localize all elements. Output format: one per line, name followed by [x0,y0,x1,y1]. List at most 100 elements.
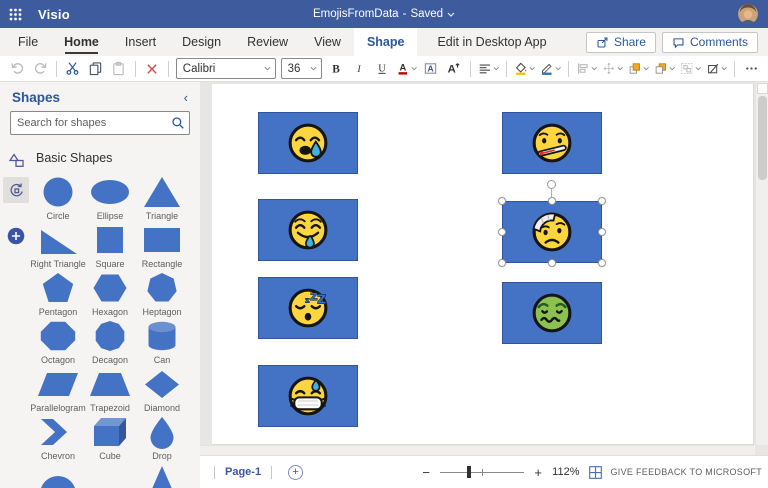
gallery-shape-heptagon[interactable]: Heptagon [136,269,188,317]
align-text-button[interactable] [476,58,501,80]
gallery-shape-rectangle[interactable]: Rectangle [136,221,188,269]
gallery-shape-pentagon[interactable]: Pentagon [32,269,84,317]
search-icon[interactable] [165,112,189,134]
gallery-shape-parallelogram[interactable]: Parallelogram [30,365,86,413]
document-title[interactable]: EmojisFromData - Saved [313,8,455,20]
resize-handle[interactable] [548,259,556,267]
resize-handle[interactable] [598,259,606,267]
gallery-shape-cube[interactable]: Cube [84,413,136,461]
shape-grid: Circle Ellipse Triangle Right Triangle Squar… [30,173,200,488]
page-tab[interactable]: Page-1 [225,466,261,478]
zoom-slider-thumb[interactable] [467,466,472,478]
sleepy-face-icon [288,123,328,163]
drawing-canvas[interactable]: zZZ [200,82,768,455]
canvas-shape-sleeping-face[interactable]: zZZ [258,277,358,339]
gallery-shape-triangle[interactable]: Triangle [136,173,188,221]
gallery-shape-trapezoid[interactable]: Trapezoid [84,365,136,413]
resize-handle[interactable] [498,259,506,267]
menu-tab-shape[interactable]: Shape [353,28,418,56]
fill-color-button[interactable] [512,58,537,80]
feedback-link[interactable]: GIVE FEEDBACK TO MICROSOFT [611,467,763,477]
send-backward-button[interactable] [652,58,677,80]
resize-handle[interactable] [498,228,506,236]
user-avatar[interactable] [738,4,758,24]
gallery-shape-chevron[interactable]: Chevron [32,413,84,461]
bold-button[interactable]: B [325,58,347,80]
share-button[interactable]: Share [585,31,656,53]
gallery-shape-ellipse[interactable]: Ellipse [84,173,136,221]
font-color-button[interactable]: A [394,58,419,80]
bring-forward-button[interactable] [626,58,651,80]
canvas-shape-sleepy-face[interactable] [258,112,358,174]
gallery-shape-arc[interactable] [84,461,136,488]
horizontal-scrollbar[interactable] [200,445,755,455]
rotation-handle[interactable] [547,180,556,189]
app-name: Visio [38,6,70,22]
fit-page-icon[interactable] [588,465,603,480]
menu-tab-design[interactable]: Design [169,28,234,56]
app-launcher-icon[interactable] [0,0,30,28]
drooling-face-icon [288,210,328,250]
delete-button[interactable] [141,58,163,80]
scrollbar-thumb[interactable] [757,96,767,180]
menu-tab-review[interactable]: Review [234,28,301,56]
active-stencil-icon[interactable] [3,177,29,203]
gallery-shape-decagon[interactable]: Decagon [84,317,136,365]
canvas-shape-nauseated-face[interactable] [502,282,602,344]
gallery-shape-square[interactable]: Square [84,221,136,269]
ribbon-tab-bar: File Home Insert Design Review View Shape Edit… [0,28,768,56]
font-size-select[interactable]: 36 [280,58,322,79]
edit-in-desktop-button[interactable]: Edit in Desktop App [423,28,560,56]
quick-toolbar: Calibri 36 B I U A A A [0,56,768,82]
resize-handle[interactable] [548,197,556,205]
divider [271,465,273,479]
scrollbar-button[interactable] [756,83,768,94]
menu-tab-home[interactable]: Home [51,28,112,56]
zoom-in-button[interactable]: + [532,465,544,480]
menu-tab-insert[interactable]: Insert [112,28,169,56]
resize-handle[interactable] [598,228,606,236]
gallery-shape-drop[interactable]: Drop [136,413,188,461]
zoom-slider[interactable] [440,465,525,479]
menu-tab-view[interactable]: View [301,28,354,56]
canvas-shape-mask-face[interactable] [258,365,358,427]
gallery-shape-semicircle[interactable] [32,461,84,488]
resize-handle[interactable] [498,197,506,205]
cut-button[interactable] [62,58,84,80]
shape-search-input[interactable] [11,117,165,129]
svg-text:z: z [305,296,309,305]
line-color-button[interactable] [538,58,563,80]
canvas-shape-thermometer-face[interactable] [502,112,602,174]
add-page-button[interactable]: + [288,464,304,480]
gallery-shape-diamond[interactable]: Diamond [136,365,188,413]
svg-text:A: A [428,64,434,74]
text-box-button[interactable]: A [420,58,442,80]
stencil-rail [0,141,32,488]
collapse-panel-icon[interactable]: ‹ [184,91,188,104]
vertical-scrollbar[interactable] [755,82,768,445]
gallery-shape-can[interactable]: Can [136,317,188,365]
menu-tab-file[interactable]: File [0,28,51,56]
svg-text:Z: Z [317,292,326,306]
resize-handle[interactable] [598,197,606,205]
comments-button[interactable]: Comments [661,31,758,53]
grow-font-button[interactable]: A [443,58,465,80]
shape-gallery: Basic Shapes Circle Ellipse Triangle Right … [30,141,200,488]
gallery-shape-cone[interactable] [136,461,188,488]
more-button[interactable] [740,58,762,80]
gallery-shape-circle[interactable]: Circle [32,173,84,221]
gallery-shape-right-triangle[interactable]: Right Triangle [30,221,86,269]
zoom-out-button[interactable]: − [420,465,432,480]
gallery-shape-hexagon[interactable]: Hexagon [84,269,136,317]
stencil-shapes-icon[interactable] [3,147,29,173]
underline-button[interactable]: U [371,58,393,80]
change-shape-button[interactable] [704,58,729,80]
italic-button[interactable]: I [348,58,370,80]
gallery-shape-octagon[interactable]: Octagon [32,317,84,365]
copy-button[interactable] [85,58,107,80]
zoom-level[interactable]: 112% [552,466,579,478]
add-stencil-icon[interactable] [3,223,29,249]
canvas-shape-head-bandage-face-selected[interactable] [502,201,602,263]
font-family-select[interactable]: Calibri [175,58,276,79]
canvas-shape-drooling-face[interactable] [258,199,358,261]
